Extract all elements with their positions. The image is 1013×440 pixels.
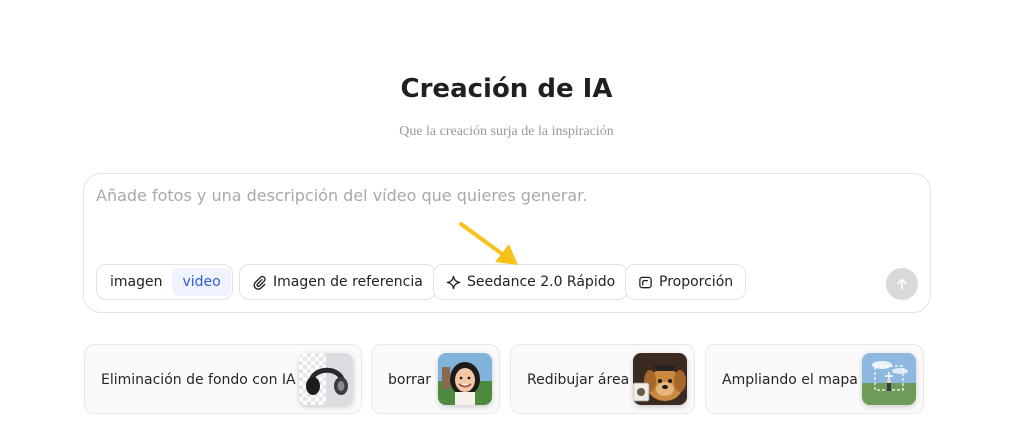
headphones-thumbnail [299,353,353,405]
reference-image-button[interactable]: Imagen de referencia [239,264,436,300]
arrow-up-icon [897,278,907,290]
send-button[interactable] [886,268,918,300]
landscape-thumbnail [862,353,916,405]
tool-card-label: Eliminación de fondo con IA [101,372,296,388]
tool-card-label: Ampliando el mapa [722,372,858,388]
mode-option-image[interactable]: imagen [100,268,172,296]
annotation-arrow-icon [459,222,518,265]
tool-card-map-expansion[interactable]: Ampliando el mapa [705,344,924,414]
mode-option-video[interactable]: video [172,268,231,296]
girl-portrait-thumbnail [438,353,492,405]
tool-card-label: borrar [388,372,432,388]
model-select-label: Seedance 2.0 Rápido [467,274,616,290]
reference-image-label: Imagen de referencia [273,274,423,290]
tool-card-redraw-area[interactable]: Redibujar área [510,344,695,414]
aspect-ratio-icon [639,276,652,288]
tool-card-label: Redibujar área [527,372,630,388]
mode-toggle: imagen video [96,264,233,300]
page-subtitle: Que la creación surja de la inspiración [399,124,614,139]
page-title: Creación de IA [400,74,613,104]
dog-thumbnail [633,353,687,405]
sparkle-icon [446,275,461,289]
aspect-ratio-label: Proporción [659,274,734,290]
paperclip-icon [253,275,266,290]
aspect-ratio-button[interactable]: Proporción [625,264,747,300]
tool-card-erase[interactable]: borrar [371,344,500,414]
tool-card-background-removal[interactable]: Eliminación de fondo con IA [84,344,362,414]
